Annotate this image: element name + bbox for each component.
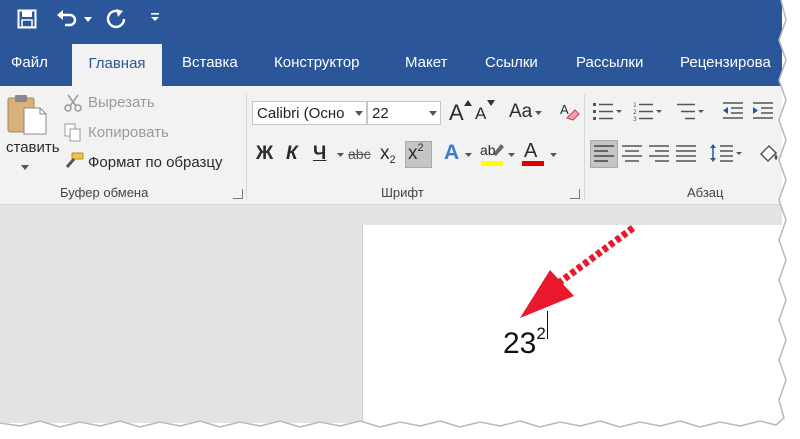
torn-edge-decoration <box>0 0 800 439</box>
